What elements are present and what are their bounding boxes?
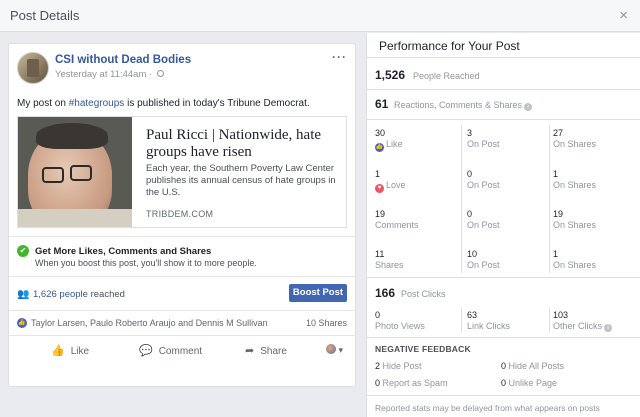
comments-on-shares: 19 bbox=[553, 209, 564, 219]
people-reached-label: People Reached bbox=[413, 71, 480, 81]
engagement-label: Reactions, Comments & Shares i bbox=[394, 100, 533, 111]
comment-icon: 💬 bbox=[139, 345, 153, 357]
shares-on-post: 10 bbox=[467, 249, 478, 259]
divider bbox=[9, 276, 355, 277]
negative-feedback-title: NEGATIVE FEEDBACK bbox=[375, 344, 471, 354]
performance-panel: Performance for Your Post 1,526 People R… bbox=[366, 33, 640, 417]
like-total: 30 bbox=[375, 128, 386, 138]
column-divider bbox=[461, 125, 462, 273]
like-on-shares: 27 bbox=[553, 128, 564, 138]
audience-selector[interactable]: ▾ bbox=[325, 344, 343, 356]
link-preview-image bbox=[18, 117, 132, 227]
reactors-list[interactable]: Taylor Larsen, Paulo Roberto Araujo and … bbox=[31, 318, 268, 328]
on-post-label: On Post bbox=[467, 180, 500, 190]
page-name-link[interactable]: CSI without Dead Bodies bbox=[55, 54, 191, 66]
other-clicks-label: Other Clicks i bbox=[553, 321, 613, 332]
performance-title: Performance for Your Post bbox=[379, 39, 520, 53]
more-options-icon[interactable]: ··· bbox=[332, 50, 347, 64]
share-icon: ➦ bbox=[245, 345, 255, 357]
people-reached-link[interactable]: 1,626 people bbox=[33, 289, 88, 300]
link-title[interactable]: Paul Ricci | Nationwide, hate groups hav… bbox=[146, 127, 346, 161]
link-preview[interactable]: Paul Ricci | Nationwide, hate groups hav… bbox=[17, 116, 347, 228]
unlike-page-stat: 0 Unlike Page bbox=[501, 378, 558, 388]
boost-promo-title: Get More Likes, Comments and Shares bbox=[35, 246, 212, 257]
on-post-label: On Post bbox=[467, 260, 500, 270]
boost-post-button[interactable]: Boost Post bbox=[289, 284, 347, 302]
like-icon: 👍 bbox=[375, 143, 384, 152]
post-clicks-value: 166 bbox=[375, 286, 396, 300]
thumbs-up-icon: 👍 bbox=[51, 345, 65, 357]
photo-views-value: 0 bbox=[375, 310, 381, 320]
report-spam-stat: 0 Report as Spam bbox=[375, 378, 448, 388]
post-timestamp[interactable]: Yesterday at 11:44am · bbox=[55, 69, 164, 80]
love-total: 1 bbox=[375, 169, 381, 179]
engagement-value: 61 bbox=[375, 97, 389, 111]
other-clicks-value: 103 bbox=[553, 310, 569, 320]
divider bbox=[367, 57, 640, 58]
love-on-post: 0 bbox=[467, 169, 473, 179]
post-pane: CSI without Dead Bodies Yesterday at 11:… bbox=[0, 33, 366, 417]
column-divider bbox=[549, 307, 550, 333]
love-label: ♥ Love bbox=[375, 180, 406, 193]
link-clicks-label: Link Clicks bbox=[467, 321, 511, 331]
divider bbox=[367, 395, 640, 396]
modal-title: Post Details bbox=[10, 8, 80, 23]
hide-post-stat: 2 Hide Post bbox=[375, 361, 422, 371]
post-clicks-label: Post Clicks bbox=[401, 289, 446, 299]
info-icon[interactable]: i bbox=[524, 103, 533, 111]
people-reached-value: 1,526 bbox=[375, 68, 406, 82]
like-button[interactable]: 👍 Like bbox=[51, 344, 89, 357]
like-label: 👍 Like bbox=[375, 139, 403, 152]
comments-label: Comments bbox=[375, 220, 419, 230]
on-shares-label: On Shares bbox=[553, 180, 597, 190]
modal-header: Post Details × bbox=[0, 0, 640, 32]
globe-icon bbox=[156, 70, 164, 77]
comments-on-post: 0 bbox=[467, 209, 473, 219]
people-reached-line: 1,626 people reached bbox=[33, 289, 125, 300]
link-clicks-value: 63 bbox=[467, 310, 478, 320]
photo-views-label: Photo Views bbox=[375, 321, 425, 331]
shares-total: 11 bbox=[375, 249, 385, 259]
column-divider bbox=[549, 125, 550, 273]
shares-count[interactable]: 10 Shares bbox=[306, 318, 347, 328]
boost-promo-subtitle: When you boost this post, you'll show it… bbox=[35, 258, 257, 268]
shares-on-shares: 1 bbox=[553, 249, 559, 259]
page-avatar[interactable] bbox=[17, 52, 49, 84]
shares-label: Shares bbox=[375, 260, 404, 270]
column-divider bbox=[461, 307, 462, 333]
link-description: Each year, the Southern Poverty Law Cent… bbox=[146, 163, 336, 198]
divider bbox=[9, 236, 355, 237]
people-icon: 👥 bbox=[17, 289, 30, 300]
heart-icon: ♥ bbox=[375, 184, 384, 193]
like-reaction-icon: 👍 bbox=[17, 318, 27, 328]
comment-button[interactable]: 💬 Comment bbox=[139, 344, 202, 357]
divider bbox=[367, 89, 640, 90]
hide-all-posts-stat: 0 Hide All Posts bbox=[501, 361, 565, 371]
close-icon[interactable]: × bbox=[619, 7, 628, 24]
comments-total: 19 bbox=[375, 209, 386, 219]
on-shares-label: On Shares bbox=[553, 260, 597, 270]
on-shares-label: On Shares bbox=[553, 220, 597, 230]
divider bbox=[9, 310, 355, 311]
divider bbox=[9, 335, 355, 336]
love-on-shares: 1 bbox=[553, 169, 559, 179]
post-card: CSI without Dead Bodies Yesterday at 11:… bbox=[8, 43, 356, 387]
on-post-label: On Post bbox=[467, 139, 500, 149]
audience-avatar-icon bbox=[325, 344, 336, 354]
share-button[interactable]: ➦ Share bbox=[245, 344, 287, 357]
info-icon[interactable]: i bbox=[604, 324, 613, 332]
divider bbox=[367, 119, 640, 120]
on-shares-label: On Shares bbox=[553, 139, 597, 149]
divider bbox=[367, 277, 640, 278]
stats-delay-footnote: Reported stats may be delayed from what … bbox=[375, 403, 600, 413]
like-on-post: 3 bbox=[467, 128, 473, 138]
on-post-label: On Post bbox=[467, 220, 500, 230]
hashtag-link[interactable]: #hategroups bbox=[69, 98, 125, 109]
link-domain: TRIBDEM.COM bbox=[146, 209, 214, 219]
post-text: My post on #hategroups is published in t… bbox=[17, 98, 310, 109]
divider bbox=[367, 337, 640, 338]
checkmark-icon: ✔ bbox=[17, 245, 29, 257]
